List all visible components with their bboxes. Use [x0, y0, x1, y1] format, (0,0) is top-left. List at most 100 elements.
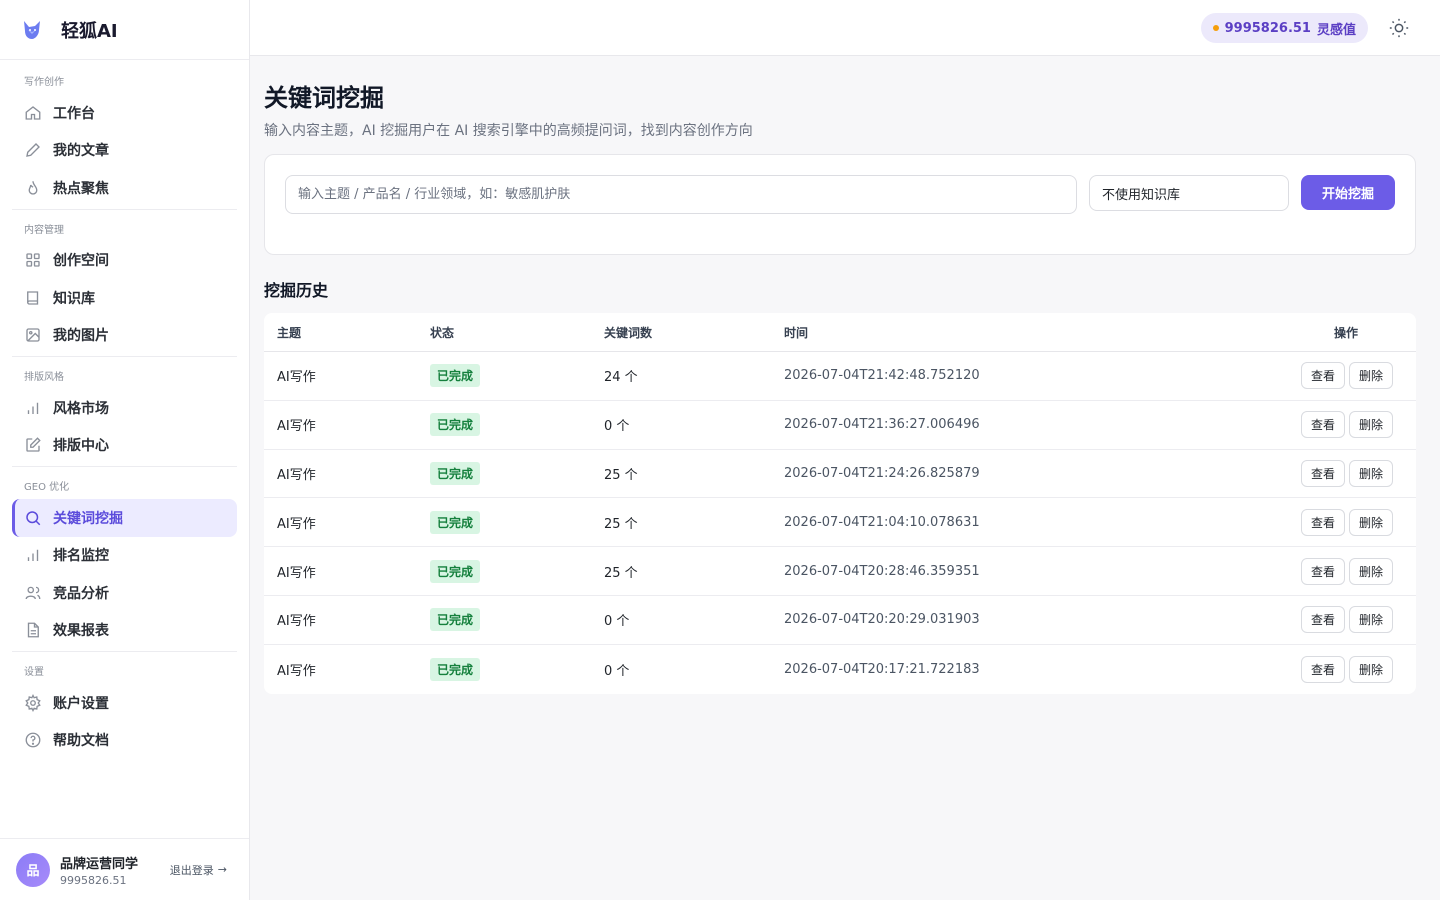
cell-topic: AI写作 [277, 565, 316, 581]
sidebar-item-knowledge-base[interactable]: 知识库 [12, 279, 237, 317]
arrow-right-icon: → [217, 863, 227, 876]
knowledge-base-select[interactable]: 不使用知识库 [1089, 175, 1289, 211]
page-description: 输入内容主题，AI 挖掘用户在 AI 搜索引擎中的高频提问词，找到内容创作方向 [264, 123, 753, 139]
sidebar-item-workbench[interactable]: 工作台 [12, 94, 237, 132]
sidebar-item-layout-center[interactable]: 排版中心 [12, 427, 237, 465]
sidebar-item-my-articles[interactable]: 我的文章 [12, 132, 237, 170]
cell-actions: 查看 删除 [1264, 606, 1416, 634]
view-button[interactable]: 查看 [1300, 508, 1345, 536]
pen-icon [24, 141, 42, 159]
view-button[interactable]: 查看 [1300, 557, 1345, 585]
sidebar-item-competitor-analysis[interactable]: 竞品分析 [12, 574, 237, 612]
divider [12, 466, 237, 467]
topbar: 9995826.51 灵感值 [250, 0, 1440, 56]
user-info: 品牌运营同学 9995826.51 [60, 853, 170, 887]
col-header-status: 状态 [430, 325, 455, 340]
sidebar-item-creative-space[interactable]: 创作空间 [12, 242, 237, 280]
section-title-content: 内容管理 [24, 224, 64, 236]
logout-label: 退出登录 [169, 863, 214, 877]
view-button[interactable]: 查看 [1300, 459, 1345, 487]
cell-actions: 查看 删除 [1264, 557, 1416, 585]
delete-button[interactable]: 删除 [1348, 362, 1393, 390]
cell-time: 2026-07-04T21:24:26.825879 [784, 465, 980, 481]
cell-count: 0 个 [604, 614, 630, 630]
cell-status: 已完成 [430, 510, 604, 534]
status-badge: 已完成 [430, 608, 481, 632]
sidebar-item-label: 排名监控 [53, 548, 109, 565]
avatar[interactable]: 品 [16, 852, 50, 887]
delete-button[interactable]: 删除 [1348, 557, 1393, 585]
search-card: 不使用知识库 开始挖掘 [264, 154, 1416, 255]
cell-topic: AI写作 [277, 663, 316, 679]
cell-actions: 查看 删除 [1264, 655, 1416, 683]
sidebar-item-performance-report[interactable]: 效果报表 [12, 612, 237, 650]
credit-badge[interactable]: 9995826.51 灵感值 [1200, 13, 1368, 43]
delete-button[interactable]: 删除 [1348, 655, 1393, 683]
col-header-time: 时间 [784, 325, 809, 340]
cell-topic: AI写作 [277, 419, 316, 435]
sidebar-item-help-docs[interactable]: 帮助文档 [12, 722, 237, 760]
view-button[interactable]: 查看 [1300, 362, 1345, 390]
cell-time: 2026-07-04T20:20:29.031903 [784, 612, 980, 628]
main-content: 关键词挖掘 输入内容主题，AI 挖掘用户在 AI 搜索引擎中的高频提问词，找到内… [264, 56, 1416, 694]
delete-button[interactable]: 删除 [1348, 459, 1393, 487]
image-icon [24, 326, 42, 344]
status-badge: 已完成 [430, 461, 481, 485]
delete-button[interactable]: 删除 [1348, 606, 1393, 634]
table-row: AI写作 已完成 25 个 2026-07-04T20:28:46.359351… [264, 547, 1416, 596]
cell-count: 25 个 [604, 467, 638, 483]
sidebar-item-label: 竞品分析 [53, 585, 109, 602]
view-button[interactable]: 查看 [1300, 411, 1345, 439]
gear-icon [24, 693, 42, 712]
start-mining-button[interactable]: 开始挖掘 [1301, 175, 1395, 210]
cell-time: 2026-07-04T21:36:27.006496 [784, 417, 980, 433]
cell-status: 已完成 [430, 608, 604, 632]
status-badge: 已完成 [430, 510, 481, 534]
cell-time: 2026-07-04T21:42:48.752120 [784, 368, 980, 384]
user-points: 9995826.51 [60, 873, 127, 887]
topic-input[interactable] [285, 175, 1077, 214]
delete-button[interactable]: 删除 [1348, 411, 1393, 439]
sun-icon[interactable] [1388, 17, 1410, 39]
delete-button[interactable]: 删除 [1348, 508, 1393, 536]
sidebar-item-label: 帮助文档 [53, 733, 109, 750]
cell-actions: 查看 删除 [1264, 508, 1416, 536]
home-icon [24, 104, 42, 122]
cell-count: 25 个 [604, 565, 638, 581]
help-icon [24, 731, 42, 749]
search-icon [24, 509, 42, 527]
logout-button[interactable]: 退出登录 → [170, 862, 227, 878]
sidebar-item-label: 知识库 [53, 290, 95, 307]
brand[interactable]: 轻狐AI [0, 0, 249, 60]
table-header: 主题 状态 关键词数 时间 操作 [264, 313, 1416, 352]
sidebar-item-label: 效果报表 [53, 623, 109, 640]
sidebar-item-hot-topics[interactable]: 热点聚焦 [12, 169, 237, 207]
table-row: AI写作 已完成 0 个 2026-07-04T20:20:29.031903 … [264, 596, 1416, 645]
sidebar-item-style-market[interactable]: 风格市场 [12, 389, 237, 427]
status-badge: 已完成 [430, 364, 481, 388]
sidebar-item-label: 关键词挖掘 [53, 510, 123, 527]
col-header-count: 关键词数 [604, 325, 653, 340]
sidebar-item-account-settings[interactable]: 账户设置 [12, 684, 237, 722]
cell-actions: 查看 删除 [1264, 362, 1416, 390]
credit-value: 9995826.51 [1224, 20, 1311, 36]
brand-name: 轻狐AI [61, 20, 118, 42]
bar-chart-icon [24, 399, 42, 417]
sidebar-item-label: 排版中心 [53, 438, 109, 455]
col-header-actions: 操作 [1333, 325, 1358, 340]
cell-status: 已完成 [430, 559, 604, 583]
sidebar-item-my-images[interactable]: 我的图片 [12, 317, 237, 355]
status-badge: 已完成 [430, 559, 481, 583]
sidebar-item-label: 创作空间 [53, 253, 109, 270]
credit-dot-icon [1212, 25, 1219, 31]
history-table: 主题 状态 关键词数 时间 操作 AI写作 已完成 24 个 2026-07-0… [264, 313, 1416, 694]
users-icon [24, 584, 42, 602]
table-row: AI写作 已完成 25 个 2026-07-04T21:04:10.078631… [264, 498, 1416, 548]
view-button[interactable]: 查看 [1300, 655, 1345, 683]
flame-icon [24, 179, 42, 197]
sidebar-item-label: 我的文章 [53, 143, 109, 160]
sidebar-item-rank-monitor[interactable]: 排名监控 [12, 537, 237, 575]
sidebar-item-keyword-mining[interactable]: 关键词挖掘 [12, 499, 237, 537]
view-button[interactable]: 查看 [1300, 606, 1345, 634]
cell-topic: AI写作 [277, 516, 316, 532]
